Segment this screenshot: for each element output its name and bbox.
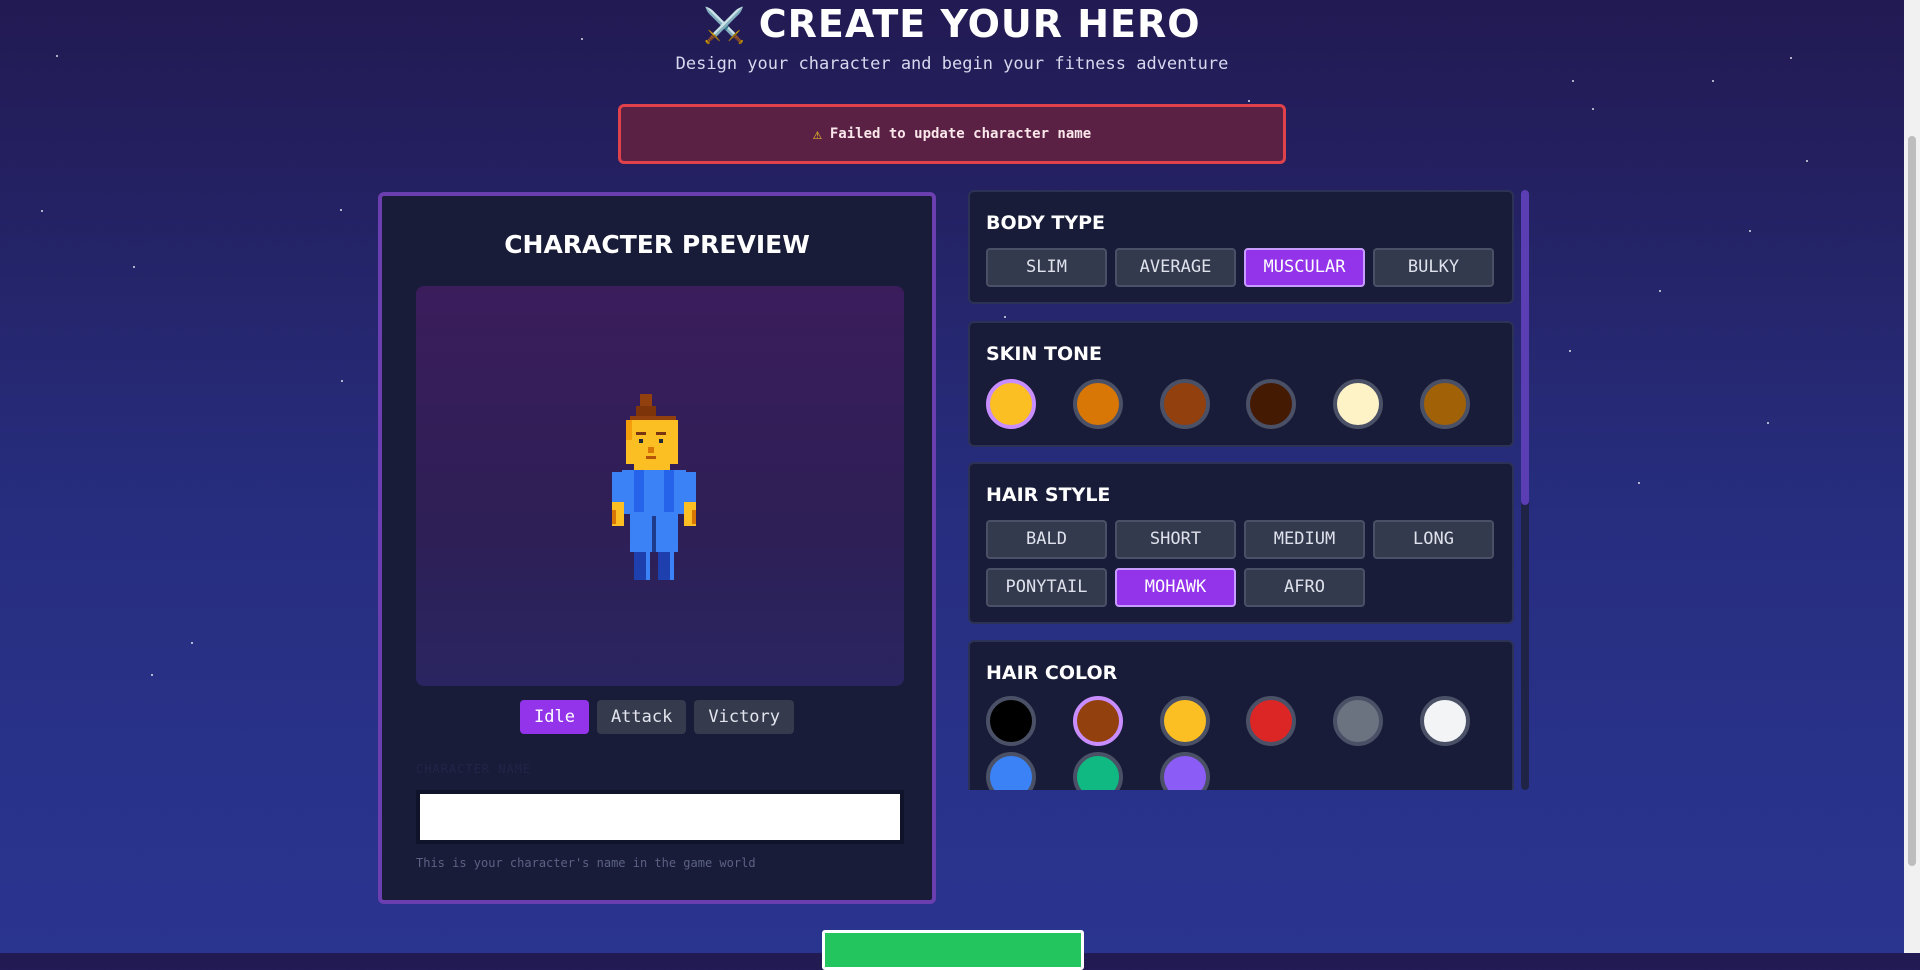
hair-style-afro-button[interactable]: AFRO [1244,568,1365,607]
page-title: ⚔️ CREATE YOUR HERO [703,2,1201,46]
body-type-section: BODY TYPE SLIM AVERAGE MUSCULAR BULKY [968,190,1514,304]
skin-tone-swatch[interactable] [1420,379,1470,429]
hair-style-mohawk-button[interactable]: MOHAWK [1115,568,1236,607]
hair-color-swatch[interactable] [1160,752,1210,790]
skin-tone-swatch[interactable] [986,379,1036,429]
skin-tone-swatch[interactable] [1333,379,1383,429]
hair-style-bald-button[interactable]: BALD [986,520,1107,559]
skin-tone-section: SKIN TONE [968,321,1514,447]
hair-style-medium-button[interactable]: MEDIUM [1244,520,1365,559]
hair-color-swatch[interactable] [1160,696,1210,746]
skin-tone-swatch[interactable] [1073,379,1123,429]
hair-color-swatch[interactable] [1333,696,1383,746]
customization-scrollbar[interactable] [1521,190,1529,790]
hair-color-swatch[interactable] [1420,696,1470,746]
hair-color-swatch[interactable] [1073,696,1123,746]
character-name-input[interactable] [416,790,904,844]
error-alert: ⚠ Failed to update character name [618,104,1286,164]
warning-icon: ⚠ [812,125,822,143]
hair-color-swatch[interactable] [986,696,1036,746]
hair-color-swatch[interactable] [1246,696,1296,746]
skin-tone-swatch[interactable] [1160,379,1210,429]
hair-style-long-button[interactable]: LONG [1373,520,1494,559]
page-subtitle: Design your character and begin your fit… [675,54,1229,74]
hair-color-title: HAIR COLOR [986,662,1118,684]
idle-animation-button[interactable]: Idle [519,700,589,734]
skin-tone-title: SKIN TONE [986,343,1102,365]
customization-panel[interactable]: BODY TYPE SLIM AVERAGE MUSCULAR BULKY SK… [968,190,1514,790]
page-header: ⚔️ CREATE YOUR HERO Design your character… [0,0,1904,74]
body-type-muscular-button[interactable]: MUSCULAR [1244,248,1365,287]
page-scrollbar[interactable] [1904,0,1920,953]
body-type-title: BODY TYPE [986,212,1106,234]
body-type-slim-button[interactable]: SLIM [986,248,1107,287]
hair-color-swatch[interactable] [1073,752,1123,790]
customization-scrollbar-thumb[interactable] [1521,190,1529,505]
hair-style-title: HAIR STYLE [986,484,1111,506]
character-name-label: CHARACTER NAME [416,762,532,776]
animation-controls: Idle Attack Victory [382,700,932,734]
body-type-average-button[interactable]: AVERAGE [1115,248,1236,287]
hair-color-swatch[interactable] [986,752,1036,790]
start-adventure-button[interactable] [822,930,1084,970]
skin-tone-swatch[interactable] [1246,379,1296,429]
attack-animation-button[interactable]: Attack [596,700,687,734]
alert-message: Failed to update character name [829,126,1092,142]
page-scrollbar-thumb[interactable] [1908,136,1916,866]
victory-animation-button[interactable]: Victory [694,700,795,734]
character-stage [416,286,904,686]
character-sprite [612,394,696,580]
hair-style-short-button[interactable]: SHORT [1115,520,1236,559]
character-preview-panel: CHARACTER PREVIEW Idle Attack Victory CH… [378,192,936,904]
crossed-swords-icon: ⚔️ [703,6,747,46]
character-name-hint: This is your character's name in the gam… [416,856,756,870]
hair-style-ponytail-button[interactable]: PONYTAIL [986,568,1107,607]
hair-color-section: HAIR COLOR [968,640,1514,790]
preview-title: CHARACTER PREVIEW [504,230,810,259]
hair-style-section: HAIR STYLE BALD SHORT MEDIUM LONG PONYTA… [968,462,1514,624]
body-type-bulky-button[interactable]: BULKY [1373,248,1494,287]
